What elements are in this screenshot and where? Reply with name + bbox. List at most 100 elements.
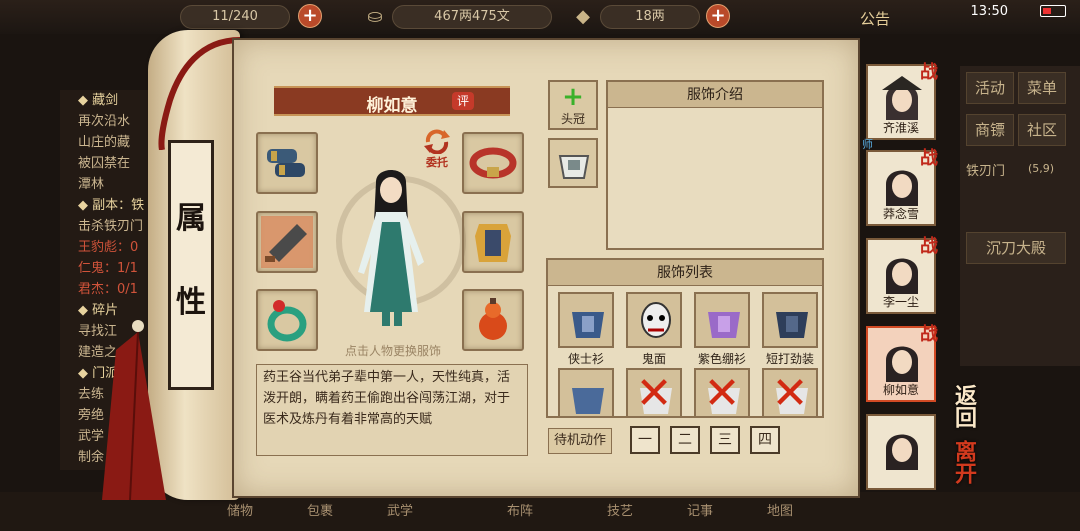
costume-item[interactable] <box>558 292 614 348</box>
headgear-label: 头冠 <box>560 112 585 126</box>
notice-button[interactable]: 公告 <box>860 8 890 29</box>
battle-badge: 战 <box>920 62 938 83</box>
coin-icon: ⛀ <box>367 6 383 27</box>
costume-list-title: 服饰列表 <box>548 260 822 286</box>
attribute-tab-label: 属 性 <box>168 140 214 390</box>
location-name: 铁刃门 <box>966 164 1006 179</box>
party-member-card[interactable] <box>866 414 936 490</box>
idle-action-4-button[interactable]: 四 <box>750 426 780 454</box>
leave-button[interactable]: 离开 <box>948 440 980 484</box>
party-member-name: 柳如意 <box>882 383 919 397</box>
portrait-icon <box>886 346 918 382</box>
gold-value: 18两 <box>635 9 665 24</box>
costume-label: 鬼面 <box>641 352 666 366</box>
party-member-name: 齐淮溪 <box>882 121 919 135</box>
costume-item[interactable] <box>558 368 614 416</box>
name-banner: 柳如意 <box>274 86 510 116</box>
costume-item[interactable]: ✕ <box>762 368 818 416</box>
costume-item[interactable] <box>626 292 682 348</box>
bottom-nav-item[interactable]: 记事 <box>680 497 720 527</box>
back-button[interactable]: 返回 <box>948 384 980 428</box>
ring-icon <box>267 300 307 342</box>
stamina-value: 11/240 <box>212 9 258 24</box>
battle-badge: 战 <box>920 324 938 345</box>
armor-icon <box>475 224 511 262</box>
locked-x-icon: ✕ <box>635 368 673 418</box>
battery-icon <box>1040 5 1066 17</box>
battle-badge: 战 <box>920 236 938 257</box>
equip-slot-bracers[interactable] <box>256 132 318 194</box>
rate-button[interactable]: 评 <box>452 92 474 110</box>
label-char-2: 性 <box>176 285 206 320</box>
mentor-badge: 师 <box>862 138 873 151</box>
menu-button[interactable]: 菜单 <box>1018 72 1066 104</box>
costume-item[interactable] <box>762 292 818 348</box>
change-outfit-hint: 点击人物更换服饰 <box>344 344 441 358</box>
plus-icon: + <box>562 82 584 112</box>
dungeon-button[interactable]: 沉刀大殿 <box>966 232 1066 264</box>
costume-item[interactable] <box>694 292 750 348</box>
dungeon-label: 沉刀大殿 <box>985 239 1046 257</box>
party-member-name: 莽念雪 <box>882 207 919 221</box>
battle-badge: 战 <box>920 148 938 169</box>
portrait-icon <box>886 170 918 206</box>
bottom-nav-item[interactable]: 储物 <box>220 497 260 527</box>
bottom-nav-item[interactable]: 布阵 <box>500 497 540 527</box>
equip-slot-belt[interactable] <box>462 132 524 194</box>
add-stamina-button[interactable]: + <box>298 4 322 28</box>
costume-icon <box>572 388 604 414</box>
idle-action-label: 待机动作 <box>548 428 612 454</box>
belt-icon <box>469 147 517 179</box>
bottom-nav-item[interactable]: 武学 <box>380 497 420 527</box>
costume-icon <box>708 312 740 338</box>
equip-slot-ring[interactable] <box>256 289 318 351</box>
stamina-counter: 11/240 <box>180 5 290 29</box>
character-name: 柳如意 <box>366 96 418 116</box>
silver-value: 467两475文 <box>434 9 510 24</box>
clock: 13:50 <box>970 4 1008 19</box>
activity-button[interactable]: 活动 <box>966 72 1014 104</box>
costume-icon <box>776 312 808 338</box>
idle-action-3-button[interactable]: 三 <box>710 426 740 454</box>
character-sprite[interactable] <box>346 162 436 332</box>
costume-slot[interactable] <box>548 138 598 188</box>
costume-label: 短打劲装 <box>765 352 814 366</box>
cleaver-icon <box>261 216 313 268</box>
gold-ingot-icon: ◆ <box>576 6 590 27</box>
bottom-nav-item[interactable]: 包裹 <box>300 497 340 527</box>
costume-item[interactable]: ✕ <box>694 368 750 418</box>
bottom-nav-item[interactable]: 地图 <box>760 497 800 527</box>
bracers-icon <box>267 149 305 177</box>
costume-label: 紫色绷衫 <box>697 352 746 366</box>
label-char-1: 属 <box>176 201 206 236</box>
outfit-icon <box>558 155 590 179</box>
add-gold-button[interactable]: + <box>706 4 730 28</box>
costume-item[interactable]: ✕ <box>626 368 682 418</box>
costume-label: 侠士衫 <box>567 352 604 366</box>
equip-slot-accessory[interactable] <box>462 289 524 351</box>
equip-slot-weapon[interactable] <box>256 211 318 273</box>
idle-action-2-button[interactable]: 二 <box>670 426 700 454</box>
locked-x-icon: ✕ <box>703 368 741 418</box>
gold-counter: 18两 <box>600 5 700 29</box>
gourd-icon <box>479 298 507 340</box>
portrait-icon <box>882 76 922 120</box>
escort-button[interactable]: 商镖 <box>966 114 1014 146</box>
portrait-icon <box>886 258 918 294</box>
portrait-icon <box>886 434 918 470</box>
right-menu-panel <box>960 66 1080 366</box>
costume-icon <box>641 302 671 338</box>
costume-icon <box>572 312 604 338</box>
costume-list-panel: 服饰列表 侠士衫 鬼面 紫色绷衫 短打劲装 ✕ ✕ ✕ <box>546 258 824 418</box>
costume-intro-title: 服饰介绍 <box>608 82 822 108</box>
idle-action-1-button[interactable]: 一 <box>630 426 660 454</box>
equip-slot-armor[interactable] <box>462 211 524 273</box>
swap-arrows-icon <box>424 129 450 155</box>
bottom-nav-item[interactable]: 技艺 <box>600 497 640 527</box>
community-button[interactable]: 社区 <box>1018 114 1066 146</box>
costume-intro-panel: 服饰介绍 <box>606 80 824 250</box>
silver-counter: 467两475文 <box>392 5 552 29</box>
character-description: 药王谷当代弟子辈中第一人，天性纯真，活泼开朗，瞒着药王偷跑出谷闯荡江湖，对于医术… <box>256 364 528 456</box>
headgear-slot[interactable]: + 头冠 <box>548 80 598 130</box>
location-coords: (5,9) <box>1028 162 1055 175</box>
